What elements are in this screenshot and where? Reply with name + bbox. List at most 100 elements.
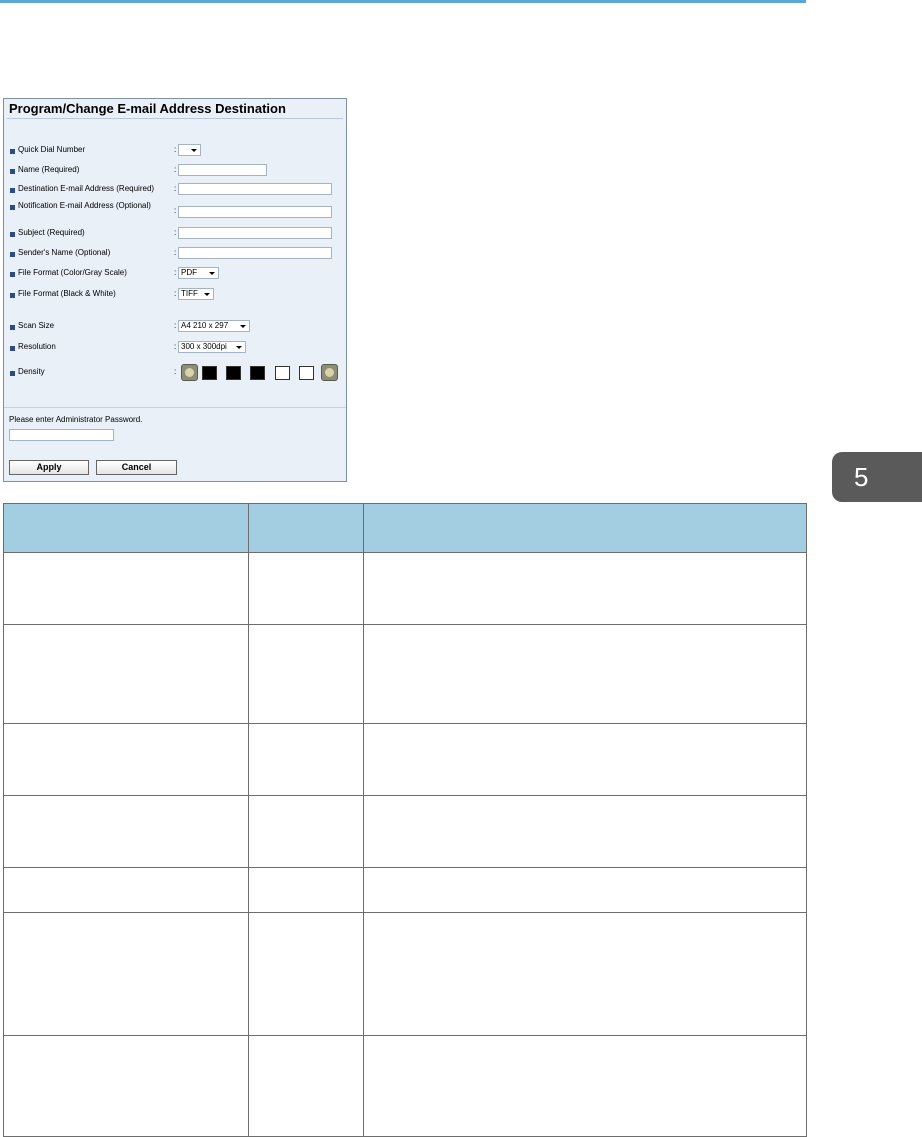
field-row-format-color: File Format (Color/Gray Scale) : PDF	[4, 267, 346, 283]
chevron-down-icon	[204, 293, 210, 296]
chevron-down-icon	[236, 346, 242, 349]
table-row	[3, 552, 807, 625]
bullet-icon	[10, 346, 15, 351]
table-cell	[248, 1035, 364, 1137]
bullet-icon	[10, 169, 15, 174]
colon: :	[174, 367, 177, 376]
field-row-quick-dial: Quick Dial Number :	[4, 144, 346, 160]
field-row-sender-name: Sender's Name (Optional) :	[4, 247, 346, 263]
table-cell	[248, 795, 364, 868]
bullet-icon	[10, 272, 15, 277]
table-row	[3, 624, 807, 724]
field-label: Name (Required)	[18, 165, 80, 174]
scan-size-select[interactable]: A4 210 x 297	[178, 320, 250, 332]
colon: :	[174, 184, 177, 193]
table-cell	[248, 867, 364, 913]
password-prompt: Please enter Administrator Password.	[9, 415, 143, 424]
colon: :	[174, 228, 177, 237]
table-row	[3, 795, 807, 868]
table-row	[3, 912, 807, 1036]
table-header-cell	[363, 503, 807, 553]
colon: :	[174, 321, 177, 330]
name-field[interactable]	[178, 164, 267, 176]
bullet-icon	[10, 205, 15, 210]
top-rule	[0, 0, 806, 3]
chapter-tab: 5	[832, 452, 922, 502]
field-label: Notification E-mail Address (Optional)	[18, 201, 151, 210]
admin-password-field[interactable]	[9, 429, 114, 441]
field-row-subject: Subject (Required) :	[4, 227, 346, 243]
table-row	[3, 867, 807, 913]
field-row-name: Name (Required) :	[4, 164, 346, 180]
table-cell	[363, 624, 807, 724]
colon: :	[174, 268, 177, 277]
density-level-box	[226, 366, 241, 380]
colon: :	[174, 342, 177, 351]
colon: :	[174, 206, 177, 215]
table-cell	[3, 723, 249, 796]
notification-email-field[interactable]	[178, 206, 332, 218]
section-divider	[4, 407, 346, 408]
field-label: Subject (Required)	[18, 228, 85, 237]
destination-email-field[interactable]	[178, 183, 332, 195]
table-cell	[3, 912, 249, 1036]
chevron-down-icon	[209, 272, 215, 275]
resolution-select[interactable]: 300 x 300dpi	[178, 341, 246, 353]
bullet-icon	[10, 188, 15, 193]
field-label: Quick Dial Number	[18, 145, 86, 154]
field-label: Sender's Name (Optional)	[18, 248, 111, 257]
bullet-icon	[10, 371, 15, 376]
table-cell	[248, 912, 364, 1036]
colon: :	[174, 165, 177, 174]
table-cell	[363, 867, 807, 913]
table-cell	[3, 795, 249, 868]
table-header-cell	[248, 503, 364, 553]
table-row	[3, 1035, 807, 1137]
table-cell	[3, 867, 249, 913]
bullet-icon	[10, 252, 15, 257]
table-cell	[363, 1035, 807, 1137]
apply-button[interactable]: Apply	[9, 460, 89, 475]
format-color-select[interactable]: PDF	[178, 267, 219, 279]
table-cell	[3, 1035, 249, 1137]
field-row-resolution: Resolution : 300 x 300dpi	[4, 341, 346, 357]
quick-dial-select[interactable]	[178, 144, 201, 156]
bullet-icon	[10, 149, 15, 154]
table-header-cell	[3, 503, 249, 553]
bullet-icon	[10, 232, 15, 237]
dialog-title: Program/Change E-mail Address Destinatio…	[9, 101, 286, 116]
table-row	[3, 723, 807, 796]
density-decrease-button[interactable]	[181, 364, 198, 381]
table-cell	[363, 552, 807, 625]
field-label: File Format (Black & White)	[18, 289, 116, 298]
colon: :	[174, 289, 177, 298]
field-label: Destination E-mail Address (Required)	[18, 184, 155, 193]
field-row-scan-size: Scan Size : A4 210 x 297	[4, 320, 346, 336]
select-value: 300 x 300dpi	[181, 342, 227, 351]
chevron-down-icon	[191, 149, 197, 152]
field-label: File Format (Color/Gray Scale)	[18, 268, 127, 277]
density-increase-button[interactable]	[321, 364, 338, 381]
table-cell	[248, 552, 364, 625]
field-row-density: Density :	[4, 364, 346, 382]
bullet-icon	[10, 293, 15, 298]
field-row-notification-email: Notification E-mail Address (Optional) :	[4, 200, 346, 218]
sender-name-field[interactable]	[178, 247, 332, 259]
field-row-destination-email: Destination E-mail Address (Required) :	[4, 183, 346, 199]
table-cell	[3, 552, 249, 625]
email-destination-dialog: Program/Change E-mail Address Destinatio…	[3, 98, 347, 482]
select-value: A4 210 x 297	[181, 321, 229, 330]
density-level-box	[275, 366, 290, 380]
subject-field[interactable]	[178, 227, 332, 239]
table-header-row	[3, 503, 807, 553]
density-level-box	[250, 366, 265, 380]
bullet-icon	[10, 325, 15, 330]
select-value: TIFF	[181, 289, 198, 298]
table-cell	[3, 624, 249, 724]
table-cell	[363, 795, 807, 868]
cancel-button[interactable]: Cancel	[96, 460, 177, 475]
title-divider	[7, 118, 343, 119]
field-label: Density	[18, 367, 45, 376]
colon: :	[174, 248, 177, 257]
format-bw-select[interactable]: TIFF	[178, 288, 214, 300]
